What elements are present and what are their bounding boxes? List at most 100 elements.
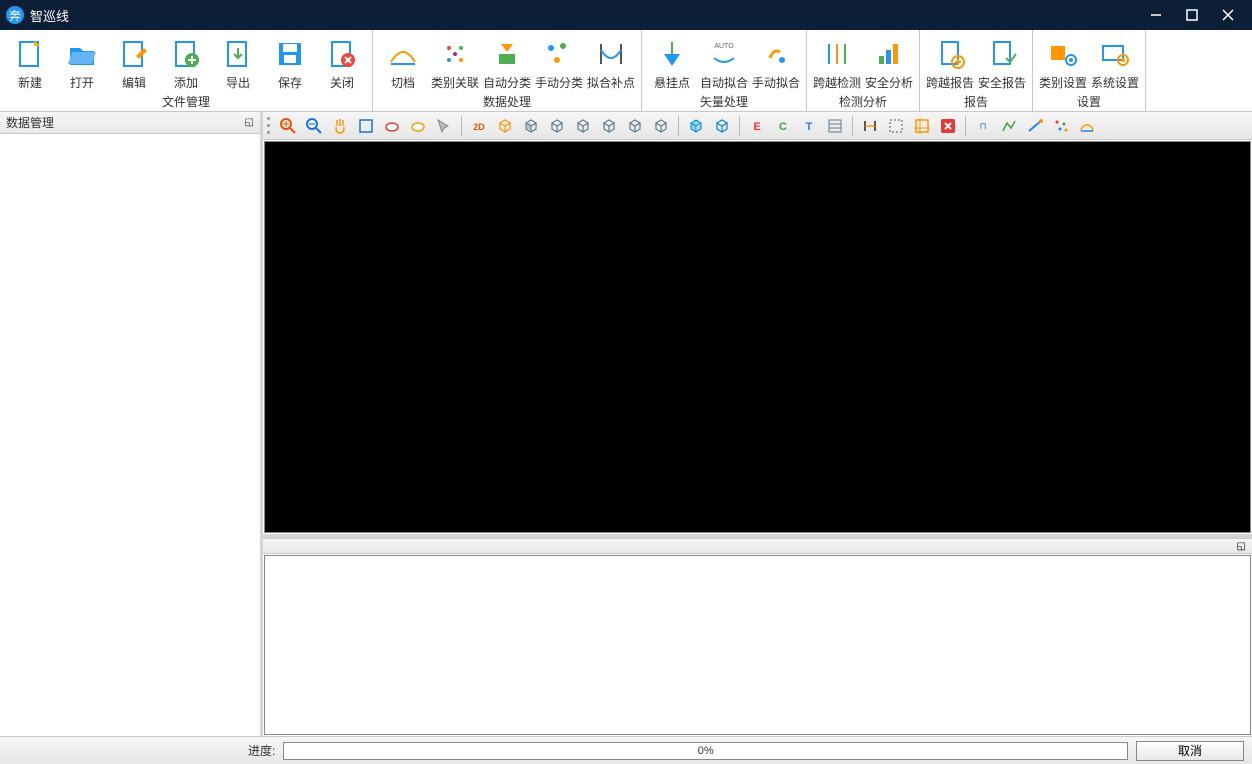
- manual-classify-button[interactable]: 手动分类: [533, 32, 585, 91]
- progress-bar: 0%: [283, 742, 1128, 760]
- open-button[interactable]: 打开: [56, 32, 108, 91]
- delete-icon: [939, 117, 957, 135]
- cross-detect-icon: [821, 38, 853, 70]
- category-settings-button[interactable]: 类别设置: [1037, 32, 1089, 91]
- category-link-icon: [439, 38, 471, 70]
- tool-pick[interactable]: [431, 114, 457, 138]
- auto-fit-label: 自动拟合: [700, 74, 748, 91]
- select-rect-icon: [887, 117, 905, 135]
- tool-profile[interactable]: [996, 114, 1022, 138]
- tool-dome[interactable]: [1074, 114, 1100, 138]
- cut-segment-icon: [387, 38, 419, 70]
- edit-button[interactable]: 编辑: [108, 32, 160, 91]
- ribbon-group-label: 数据处理: [377, 91, 637, 113]
- tool-select-rect[interactable]: [883, 114, 909, 138]
- tool-delete[interactable]: [935, 114, 961, 138]
- dock-icon[interactable]: ◱: [245, 117, 254, 128]
- cross-report-button[interactable]: 跨越报告: [924, 32, 976, 91]
- maximize-button[interactable]: [1174, 0, 1210, 30]
- zoom-in-icon: [279, 117, 297, 135]
- system-settings-icon: [1099, 38, 1131, 70]
- app-title: 智巡线: [30, 6, 1138, 25]
- auto-classify-button[interactable]: 自动分类: [481, 32, 533, 91]
- close-button[interactable]: [1210, 0, 1246, 30]
- left-panel-title: 数据管理: [6, 114, 54, 131]
- tool-ruler[interactable]: [857, 114, 883, 138]
- close-button[interactable]: 关闭: [316, 32, 368, 91]
- cancel-label: 取消: [1178, 742, 1202, 759]
- export-button[interactable]: 导出: [212, 32, 264, 91]
- tool-slope[interactable]: [1022, 114, 1048, 138]
- save-button[interactable]: 保存: [264, 32, 316, 91]
- tool-box1[interactable]: [683, 114, 709, 138]
- manual-classify-icon: [543, 38, 575, 70]
- svg-text:E: E: [753, 121, 760, 133]
- fit-fill-label: 拟合补点: [587, 74, 635, 91]
- fit-icon: [357, 117, 375, 135]
- tool-measure[interactable]: ⊓: [970, 114, 996, 138]
- tool-cube-front[interactable]: [518, 114, 544, 138]
- fit-fill-button[interactable]: 拟合补点: [585, 32, 637, 91]
- toolbar-grip[interactable]: [267, 116, 273, 136]
- tool-cube-left[interactable]: [570, 114, 596, 138]
- export-icon: [222, 38, 254, 70]
- cross-detect-button[interactable]: 跨越检测: [811, 32, 863, 91]
- ribbon-group-label: 矢量处理: [646, 91, 802, 113]
- minimize-button[interactable]: [1138, 0, 1174, 30]
- tool-edl-c[interactable]: C: [770, 114, 796, 138]
- tool-box2[interactable]: [709, 114, 735, 138]
- cube-top-icon: [626, 117, 644, 135]
- grid-icon: [826, 117, 844, 135]
- cut-segment-button[interactable]: 切档: [377, 32, 429, 91]
- system-settings-button[interactable]: 系统设置: [1089, 32, 1141, 91]
- viewport-3d[interactable]: [264, 141, 1251, 533]
- add-icon: [170, 38, 202, 70]
- hang-point-label: 悬挂点: [654, 74, 690, 91]
- svg-text:2D: 2D: [473, 122, 485, 132]
- tool-view-3d[interactable]: [492, 114, 518, 138]
- close-label: 关闭: [330, 74, 354, 91]
- tool-pan[interactable]: [327, 114, 353, 138]
- dock-icon[interactable]: ◱: [1237, 541, 1246, 552]
- toolbar-separator: [678, 116, 679, 136]
- new-icon: [14, 38, 46, 70]
- ribbon-group-label: 文件管理: [4, 91, 368, 113]
- view-3d-icon: [496, 117, 514, 135]
- ribbon-group-矢量处理: 悬挂点 AUTO自动拟合手动拟合矢量处理: [642, 30, 807, 111]
- cube-left-icon: [574, 117, 592, 135]
- tool-edl-e[interactable]: E: [744, 114, 770, 138]
- tool-edl-t[interactable]: T: [796, 114, 822, 138]
- new-button[interactable]: 新建: [4, 32, 56, 91]
- edit-icon: [118, 38, 150, 70]
- tool-cube-back[interactable]: [544, 114, 570, 138]
- category-link-label: 类别关联: [431, 74, 479, 91]
- category-link-button[interactable]: 类别关联: [429, 32, 481, 91]
- tool-zoom-out[interactable]: [301, 114, 327, 138]
- tool-grid[interactable]: [822, 114, 848, 138]
- tool-cube-right[interactable]: [596, 114, 622, 138]
- safety-report-label: 安全报告: [978, 74, 1026, 91]
- safety-analysis-button[interactable]: 安全分析: [863, 32, 915, 91]
- tool-cloud1[interactable]: [379, 114, 405, 138]
- tool-cloud2[interactable]: [405, 114, 431, 138]
- open-icon: [66, 38, 98, 70]
- cancel-button[interactable]: 取消: [1136, 741, 1244, 761]
- tool-cube-iso[interactable]: [648, 114, 674, 138]
- main-area: 数据管理 ◱ 2D ECT ⊓ ◱: [0, 112, 1252, 736]
- manual-fit-button[interactable]: 手动拟合: [750, 32, 802, 91]
- pan-icon: [331, 117, 349, 135]
- hang-point-icon: [656, 38, 688, 70]
- app-logo: 奔: [6, 6, 24, 24]
- tool-view-2d[interactable]: 2D: [466, 114, 492, 138]
- auto-fit-button[interactable]: AUTO自动拟合: [698, 32, 750, 91]
- safety-report-button[interactable]: 安全报告: [976, 32, 1028, 91]
- tool-zoom-in[interactable]: [275, 114, 301, 138]
- cut-segment-label: 切档: [391, 74, 415, 91]
- add-button[interactable]: 添加: [160, 32, 212, 91]
- tool-cube-top[interactable]: [622, 114, 648, 138]
- tool-fit[interactable]: [353, 114, 379, 138]
- tool-select-crop[interactable]: [909, 114, 935, 138]
- tool-scatter[interactable]: [1048, 114, 1074, 138]
- manual-classify-label: 手动分类: [535, 74, 583, 91]
- hang-point-button[interactable]: 悬挂点: [646, 32, 698, 91]
